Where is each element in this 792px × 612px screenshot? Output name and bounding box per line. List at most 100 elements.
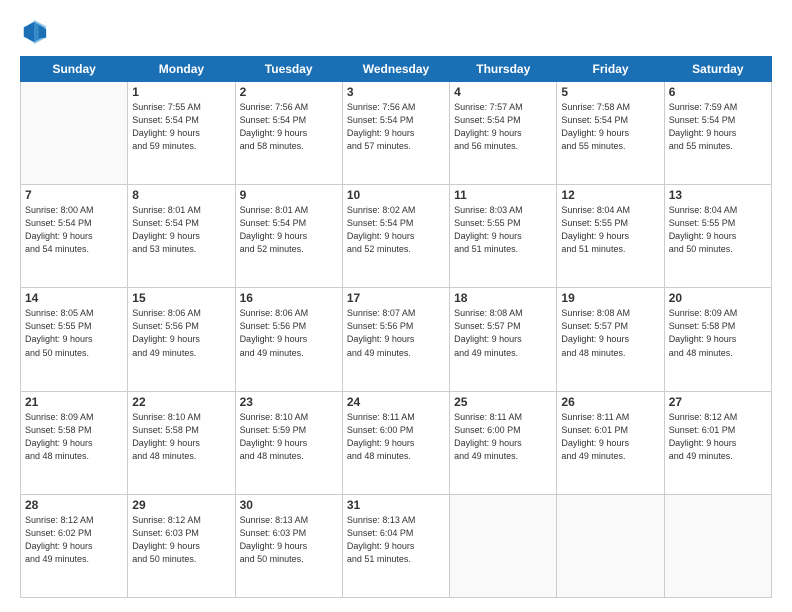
day-number: 12 (561, 188, 659, 202)
calendar-cell: 29Sunrise: 8:12 AM Sunset: 6:03 PM Dayli… (128, 494, 235, 597)
day-info: Sunrise: 8:01 AM Sunset: 5:54 PM Dayligh… (132, 204, 230, 256)
day-number: 17 (347, 291, 445, 305)
day-info: Sunrise: 7:56 AM Sunset: 5:54 PM Dayligh… (240, 101, 338, 153)
calendar-table: SundayMondayTuesdayWednesdayThursdayFrid… (20, 56, 772, 598)
calendar-cell: 12 Sunrise: 8:04 AM Sunset: 5:55 PM Dayli… (557, 185, 664, 288)
day-number: 9 (240, 188, 338, 202)
day-number: 26 (561, 395, 659, 409)
calendar-week-row: 7 Sunrise: 8:00 AM Sunset: 5:54 PM Daylig… (21, 185, 772, 288)
day-info: Sunrise: 8:07 AM Sunset: 5:56 PM Dayligh… (347, 307, 445, 359)
day-info: Sunrise: 8:09 AM Sunset: 5:58 PM Dayligh… (25, 411, 123, 463)
calendar-cell (450, 494, 557, 597)
day-number: 23 (240, 395, 338, 409)
day-info: Sunrise: 8:12 AM Sunset: 6:01 PM Dayligh… (669, 411, 767, 463)
day-info: Sunrise: 8:10 AM Sunset: 5:59 PM Dayligh… (240, 411, 338, 463)
calendar-cell: 21 Sunrise: 8:09 AM Sunset: 5:58 PM Dayli… (21, 391, 128, 494)
page: SundayMondayTuesdayWednesdayThursdayFrid… (0, 0, 792, 612)
day-number: 4 (454, 85, 552, 99)
day-info: Sunrise: 8:10 AM Sunset: 5:58 PM Dayligh… (132, 411, 230, 463)
day-number: 30 (240, 498, 338, 512)
calendar-cell: 16Sunrise: 8:06 AM Sunset: 5:56 PM Dayli… (235, 288, 342, 391)
day-info: Sunrise: 7:57 AM Sunset: 5:54 PM Dayligh… (454, 101, 552, 153)
day-info: Sunrise: 8:03 AM Sunset: 5:55 PM Dayligh… (454, 204, 552, 256)
calendar-cell: 13Sunrise: 8:04 AM Sunset: 5:55 PM Dayli… (664, 185, 771, 288)
day-info: Sunrise: 7:56 AM Sunset: 5:54 PM Dayligh… (347, 101, 445, 153)
day-number: 7 (25, 188, 123, 202)
day-info: Sunrise: 7:58 AM Sunset: 5:54 PM Dayligh… (561, 101, 659, 153)
calendar-cell: 14 Sunrise: 8:05 AM Sunset: 5:55 PM Dayli… (21, 288, 128, 391)
calendar-cell: 28 Sunrise: 8:12 AM Sunset: 6:02 PM Dayli… (21, 494, 128, 597)
day-info: Sunrise: 8:01 AM Sunset: 5:54 PM Dayligh… (240, 204, 338, 256)
calendar-cell: 11 Sunrise: 8:03 AM Sunset: 5:55 PM Dayli… (450, 185, 557, 288)
calendar-cell: 5 Sunrise: 7:58 AM Sunset: 5:54 PM Daylig… (557, 82, 664, 185)
calendar-dow-saturday: Saturday (664, 57, 771, 82)
logo-icon (20, 18, 48, 46)
day-info: Sunrise: 8:11 AM Sunset: 6:00 PM Dayligh… (347, 411, 445, 463)
day-number: 16 (240, 291, 338, 305)
calendar-cell: 15 Sunrise: 8:06 AM Sunset: 5:56 PM Dayli… (128, 288, 235, 391)
day-info: Sunrise: 8:04 AM Sunset: 5:55 PM Dayligh… (561, 204, 659, 256)
day-info: Sunrise: 8:02 AM Sunset: 5:54 PM Dayligh… (347, 204, 445, 256)
day-number: 10 (347, 188, 445, 202)
calendar-cell: 27 Sunrise: 8:12 AM Sunset: 6:01 PM Dayli… (664, 391, 771, 494)
day-number: 8 (132, 188, 230, 202)
day-info: Sunrise: 8:08 AM Sunset: 5:57 PM Dayligh… (561, 307, 659, 359)
day-info: Sunrise: 7:55 AM Sunset: 5:54 PM Dayligh… (132, 101, 230, 153)
calendar-week-row: 21 Sunrise: 8:09 AM Sunset: 5:58 PM Dayli… (21, 391, 772, 494)
day-info: Sunrise: 8:08 AM Sunset: 5:57 PM Dayligh… (454, 307, 552, 359)
calendar-cell: 18Sunrise: 8:08 AM Sunset: 5:57 PM Dayli… (450, 288, 557, 391)
calendar-cell: 30 Sunrise: 8:13 AM Sunset: 6:03 PM Dayli… (235, 494, 342, 597)
day-number: 2 (240, 85, 338, 99)
calendar-cell: 10 Sunrise: 8:02 AM Sunset: 5:54 PM Dayli… (342, 185, 449, 288)
day-number: 5 (561, 85, 659, 99)
calendar-cell: 23 Sunrise: 8:10 AM Sunset: 5:59 PM Dayli… (235, 391, 342, 494)
calendar-cell: 24 Sunrise: 8:11 AM Sunset: 6:00 PM Dayli… (342, 391, 449, 494)
day-info: Sunrise: 8:12 AM Sunset: 6:03 PM Dayligh… (132, 514, 230, 566)
day-number: 15 (132, 291, 230, 305)
day-number: 21 (25, 395, 123, 409)
day-info: Sunrise: 7:59 AM Sunset: 5:54 PM Dayligh… (669, 101, 767, 153)
calendar-cell (664, 494, 771, 597)
day-number: 11 (454, 188, 552, 202)
day-number: 31 (347, 498, 445, 512)
calendar-dow-tuesday: Tuesday (235, 57, 342, 82)
day-info: Sunrise: 8:04 AM Sunset: 5:55 PM Dayligh… (669, 204, 767, 256)
calendar-cell: 25 Sunrise: 8:11 AM Sunset: 6:00 PM Dayli… (450, 391, 557, 494)
day-info: Sunrise: 8:06 AM Sunset: 5:56 PM Dayligh… (132, 307, 230, 359)
day-number: 24 (347, 395, 445, 409)
calendar-dow-friday: Friday (557, 57, 664, 82)
calendar-dow-thursday: Thursday (450, 57, 557, 82)
calendar-week-row: 14 Sunrise: 8:05 AM Sunset: 5:55 PM Dayli… (21, 288, 772, 391)
day-info: Sunrise: 8:11 AM Sunset: 6:00 PM Dayligh… (454, 411, 552, 463)
calendar-dow-wednesday: Wednesday (342, 57, 449, 82)
calendar-cell: 19 Sunrise: 8:08 AM Sunset: 5:57 PM Dayli… (557, 288, 664, 391)
day-info: Sunrise: 8:11 AM Sunset: 6:01 PM Dayligh… (561, 411, 659, 463)
day-info: Sunrise: 8:09 AM Sunset: 5:58 PM Dayligh… (669, 307, 767, 359)
day-info: Sunrise: 8:12 AM Sunset: 6:02 PM Dayligh… (25, 514, 123, 566)
calendar-cell: 6 Sunrise: 7:59 AM Sunset: 5:54 PM Daylig… (664, 82, 771, 185)
calendar-week-row: 28 Sunrise: 8:12 AM Sunset: 6:02 PM Dayli… (21, 494, 772, 597)
day-number: 3 (347, 85, 445, 99)
header (20, 18, 772, 46)
calendar-cell: 26 Sunrise: 8:11 AM Sunset: 6:01 PM Dayli… (557, 391, 664, 494)
calendar-cell (557, 494, 664, 597)
day-number: 19 (561, 291, 659, 305)
day-info: Sunrise: 8:00 AM Sunset: 5:54 PM Dayligh… (25, 204, 123, 256)
calendar-cell: 8 Sunrise: 8:01 AM Sunset: 5:54 PM Daylig… (128, 185, 235, 288)
day-info: Sunrise: 8:13 AM Sunset: 6:03 PM Dayligh… (240, 514, 338, 566)
calendar-cell (21, 82, 128, 185)
day-number: 20 (669, 291, 767, 305)
day-number: 27 (669, 395, 767, 409)
calendar-cell: 20 Sunrise: 8:09 AM Sunset: 5:58 PM Dayli… (664, 288, 771, 391)
calendar-cell: 31 Sunrise: 8:13 AM Sunset: 6:04 PM Dayli… (342, 494, 449, 597)
day-number: 6 (669, 85, 767, 99)
day-number: 28 (25, 498, 123, 512)
calendar-cell: 3 Sunrise: 7:56 AM Sunset: 5:54 PM Daylig… (342, 82, 449, 185)
day-info: Sunrise: 8:13 AM Sunset: 6:04 PM Dayligh… (347, 514, 445, 566)
day-number: 22 (132, 395, 230, 409)
day-number: 14 (25, 291, 123, 305)
day-number: 25 (454, 395, 552, 409)
calendar-cell: 22 Sunrise: 8:10 AM Sunset: 5:58 PM Dayli… (128, 391, 235, 494)
calendar-header-row: SundayMondayTuesdayWednesdayThursdayFrid… (21, 57, 772, 82)
day-info: Sunrise: 8:05 AM Sunset: 5:55 PM Dayligh… (25, 307, 123, 359)
